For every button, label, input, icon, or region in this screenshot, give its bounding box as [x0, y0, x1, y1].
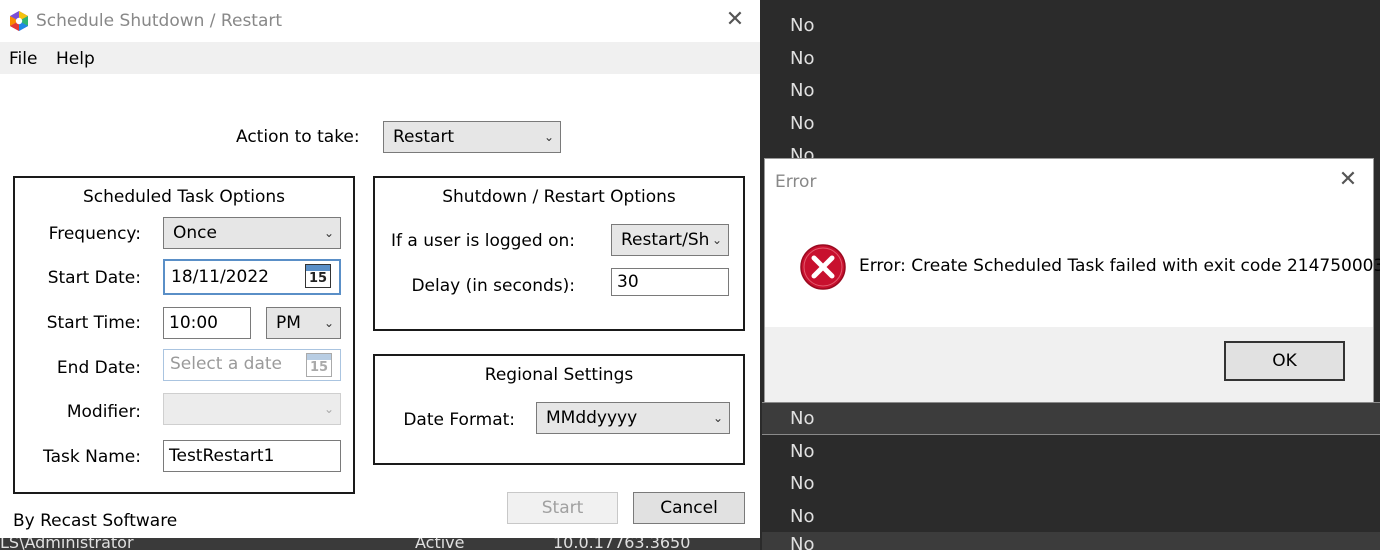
action-value: Restart: [393, 127, 455, 147]
chevron-down-icon: ⌄: [323, 402, 334, 416]
task-name-input[interactable]: TestRestart1: [163, 440, 341, 472]
status-user: LS\Administrator: [0, 538, 134, 550]
schedule-window: Schedule Shutdown / Restart ✕ File Help …: [0, 0, 760, 538]
titlebar[interactable]: Schedule Shutdown / Restart ✕: [0, 0, 760, 42]
status-state: Active: [415, 538, 465, 550]
ampm-value: PM: [276, 313, 301, 333]
frequency-label: Frequency:: [48, 224, 141, 244]
chevron-down-icon: ⌄: [708, 225, 722, 255]
close-icon[interactable]: ✕: [722, 9, 748, 31]
end-date-label: End Date:: [56, 358, 141, 378]
console-cell: No: [790, 48, 815, 69]
close-icon[interactable]: ✕: [1335, 169, 1361, 191]
start-date-value: 18/11/2022: [171, 267, 269, 287]
app-logo-icon: [10, 11, 28, 31]
regional-settings-group: Regional Settings Date Format: MMddyyyy …: [373, 354, 745, 465]
chevron-down-icon: ⌄: [323, 316, 334, 330]
date-format-dropdown[interactable]: MMddyyyy ⌄: [536, 402, 730, 434]
task-name-label: Task Name:: [43, 447, 141, 467]
window-title: Schedule Shutdown / Restart: [36, 11, 283, 31]
logged-on-value: Restart/Sh: [621, 230, 710, 250]
dialog-footer: OK: [765, 327, 1373, 402]
calendar-icon[interactable]: 15: [305, 264, 331, 288]
logged-on-label: If a user is logged on:: [391, 231, 575, 251]
console-row-band: [762, 532, 1380, 550]
start-time-label: Start Time:: [46, 313, 141, 333]
modifier-label: Modifier:: [66, 402, 141, 422]
error-message: Error: Create Scheduled Task failed with…: [859, 256, 1380, 276]
console-status-row: LS\Administrator Active 10.0.17763.3650: [0, 538, 760, 550]
error-dialog: Error ✕ Error: Create Scheduled Task fai…: [764, 158, 1380, 402]
end-date-placeholder: Select a date: [170, 354, 283, 374]
regional-settings-title: Regional Settings: [484, 365, 634, 385]
frequency-dropdown[interactable]: Once ⌄: [163, 217, 341, 249]
console-selected-row[interactable]: [762, 402, 1380, 435]
start-date-picker[interactable]: 18/11/2022 15: [163, 259, 341, 295]
calendar-icon[interactable]: 15: [306, 353, 332, 377]
dialog-title: Error: [775, 172, 817, 192]
menubar: File Help: [0, 42, 760, 74]
logged-on-dropdown[interactable]: Restart/Sh ⌄: [611, 224, 729, 256]
delay-label: Delay (in seconds):: [411, 276, 575, 296]
console-cell: No: [790, 473, 815, 494]
start-button[interactable]: Start: [507, 492, 618, 524]
delay-input[interactable]: 30: [611, 268, 729, 296]
start-time-input[interactable]: 10:00: [163, 307, 251, 339]
console-cell: No: [790, 408, 815, 429]
console-cell: No: [790, 506, 815, 527]
menu-help[interactable]: Help: [56, 49, 95, 69]
shutdown-options-group: Shutdown / Restart Options If a user is …: [373, 176, 745, 331]
action-label: Action to take:: [236, 127, 360, 147]
ampm-dropdown[interactable]: PM ⌄: [266, 307, 341, 339]
ok-button[interactable]: OK: [1224, 341, 1345, 381]
chevron-down-icon: ⌄: [323, 226, 334, 240]
scheduled-task-title: Scheduled Task Options: [83, 187, 285, 207]
footer-credit: By Recast Software: [13, 511, 178, 531]
chevron-down-icon: ⌄: [712, 411, 723, 425]
console-cell: No: [790, 15, 815, 36]
console-cell: No: [790, 113, 815, 134]
console-cell: No: [790, 534, 815, 550]
modifier-dropdown[interactable]: ⌄: [163, 393, 341, 425]
start-date-label: Start Date:: [47, 268, 141, 288]
shutdown-options-title: Shutdown / Restart Options: [442, 187, 676, 207]
status-version: 10.0.17763.3650: [553, 538, 691, 550]
end-date-picker[interactable]: Select a date 15: [163, 349, 341, 381]
error-icon: [800, 244, 846, 290]
date-format-value: MMddyyyy: [546, 408, 638, 428]
scheduled-task-group: Scheduled Task Options Frequency: Once ⌄…: [13, 176, 355, 494]
date-format-label: Date Format:: [403, 410, 515, 430]
frequency-value: Once: [173, 223, 217, 243]
cancel-button[interactable]: Cancel: [633, 492, 745, 524]
action-dropdown[interactable]: Restart ⌄: [383, 121, 561, 153]
menu-file[interactable]: File: [9, 49, 37, 69]
console-cell: No: [790, 80, 815, 101]
console-cell: No: [790, 441, 815, 462]
chevron-down-icon: ⌄: [543, 130, 554, 144]
